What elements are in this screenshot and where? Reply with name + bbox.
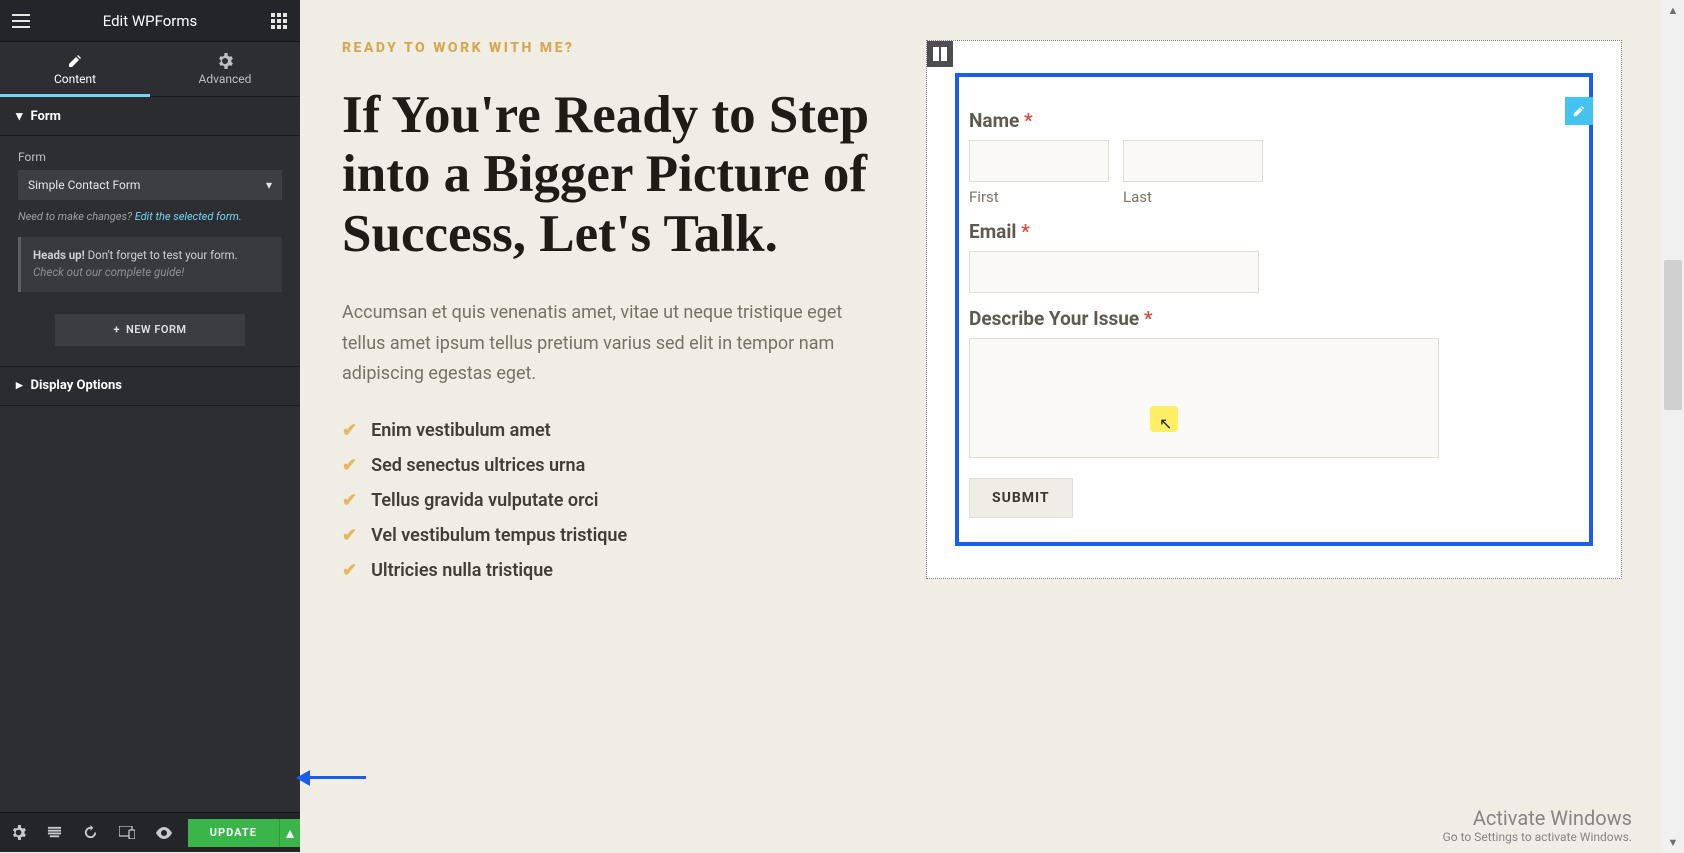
- hamburger-menu-icon[interactable]: [0, 0, 42, 42]
- list-item: ✔ Sed senectus ultrices urna: [342, 455, 882, 476]
- form-selector[interactable]: Simple Contact Form ▾: [18, 170, 282, 200]
- wpforms-widget[interactable]: Name * First Last Email *: [926, 40, 1622, 579]
- check-text: Enim vestibulum amet: [371, 420, 551, 441]
- describe-textarea[interactable]: [969, 338, 1439, 458]
- list-item: ✔ Ultricies nulla tristique: [342, 560, 882, 581]
- edit-form-link[interactable]: Edit the selected form.: [135, 210, 242, 223]
- tab-advanced[interactable]: Advanced: [150, 42, 300, 96]
- watermark-line2: Go to Settings to activate Windows.: [1443, 830, 1632, 844]
- selected-widget-outline: Name * First Last Email *: [955, 73, 1593, 546]
- edit-widget-icon[interactable]: [1565, 97, 1593, 125]
- update-label: UPDATE: [210, 826, 257, 839]
- check-icon: ✔: [342, 455, 357, 476]
- notice-bold: Heads up!: [33, 248, 85, 262]
- section-form-label: Form: [31, 109, 61, 124]
- widgets-grid-icon[interactable]: [258, 0, 300, 42]
- check-text: Ultricies nulla tristique: [371, 560, 553, 581]
- plus-icon: +: [113, 323, 120, 336]
- tabs: Content Advanced: [0, 42, 300, 96]
- section-form-body: Form Simple Contact Form ▾ Need to make …: [0, 136, 300, 366]
- elementor-sidebar: Edit WPForms Content Advanced ▾ Form For…: [0, 0, 300, 852]
- last-sublabel: Last: [1123, 188, 1263, 206]
- first-name-input[interactable]: [969, 140, 1109, 182]
- submit-button[interactable]: SUBMIT: [969, 478, 1073, 518]
- list-item: ✔ Enim vestibulum amet: [342, 420, 882, 441]
- sidebar-title: Edit WPForms: [42, 12, 258, 30]
- notice-guide-link[interactable]: Check out our complete guide!: [33, 265, 184, 279]
- tab-content[interactable]: Content: [0, 42, 150, 96]
- browser-scrollbar[interactable]: ▲ ▼: [1662, 0, 1684, 852]
- check-icon: ✔: [342, 420, 357, 441]
- update-button[interactable]: UPDATE: [188, 819, 279, 847]
- check-icon: ✔: [342, 560, 357, 581]
- scroll-thumb[interactable]: [1664, 260, 1682, 410]
- eyebrow-text: READY TO WORK WITH ME?: [342, 40, 882, 56]
- responsive-icon[interactable]: [109, 813, 145, 853]
- new-form-label: NEW FORM: [126, 323, 187, 336]
- name-label: Name *: [969, 109, 1579, 132]
- new-form-button[interactable]: + NEW FORM: [55, 314, 245, 346]
- check-text: Sed senectus ultrices urna: [371, 455, 585, 476]
- tab-content-label: Content: [54, 72, 96, 86]
- caret-down-icon: ▾: [16, 109, 23, 124]
- gear-icon: [216, 52, 234, 70]
- sidebar-footer: UPDATE ▴: [0, 812, 300, 852]
- settings-icon[interactable]: [0, 813, 36, 853]
- check-text: Vel vestibulum tempus tristique: [371, 525, 627, 546]
- section-form[interactable]: ▾ Form: [0, 96, 300, 136]
- check-icon: ✔: [342, 490, 357, 511]
- section-display-label: Display Options: [31, 378, 122, 393]
- chevron-down-icon: ▾: [266, 178, 272, 192]
- intro-paragraph: Accumsan et quis venenatis amet, vitae u…: [342, 298, 882, 390]
- helper-text: Need to make changes? Edit the selected …: [18, 210, 282, 223]
- page-headline: If You're Ready to Step into a Bigger Pi…: [342, 86, 882, 264]
- notice-rest: Don't forget to test your form.: [85, 248, 238, 262]
- page-preview: READY TO WORK WITH ME? If You're Ready t…: [300, 0, 1652, 852]
- list-item: ✔ Vel vestibulum tempus tristique: [342, 525, 882, 546]
- caret-right-icon: ▸: [16, 378, 23, 393]
- history-icon[interactable]: [73, 813, 109, 853]
- scroll-down-icon[interactable]: ▼: [1662, 832, 1684, 852]
- helper-prefix: Need to make changes?: [18, 210, 135, 223]
- watermark-line1: Activate Windows: [1443, 806, 1632, 830]
- scroll-up-icon[interactable]: ▲: [1662, 0, 1684, 20]
- heads-up-notice: Heads up! Don't forget to test your form…: [18, 237, 282, 292]
- column-handle-icon[interactable]: [927, 41, 953, 67]
- annotation-arrow-head: [296, 770, 310, 786]
- describe-label: Describe Your Issue *: [969, 307, 1579, 330]
- cursor-icon: ↖: [1159, 414, 1172, 433]
- form-selected-value: Simple Contact Form: [28, 178, 140, 192]
- tab-advanced-label: Advanced: [199, 72, 252, 86]
- check-text: Tellus gravida vulputate orci: [371, 490, 598, 511]
- section-display-options[interactable]: ▸ Display Options: [0, 366, 300, 406]
- first-sublabel: First: [969, 188, 1109, 206]
- email-label: Email *: [969, 220, 1579, 243]
- submit-label: SUBMIT: [992, 490, 1050, 506]
- check-icon: ✔: [342, 525, 357, 546]
- preview-icon[interactable]: [145, 813, 181, 853]
- windows-watermark: Activate Windows Go to Settings to activ…: [1443, 806, 1632, 844]
- sidebar-header: Edit WPForms: [0, 0, 300, 42]
- contact-form: Name * First Last Email *: [959, 77, 1589, 542]
- content-right-column: Name * First Last Email *: [902, 40, 1622, 595]
- pencil-icon: [66, 52, 84, 70]
- email-input[interactable]: [969, 251, 1259, 293]
- navigator-icon[interactable]: [36, 813, 72, 853]
- content-left-column: READY TO WORK WITH ME? If You're Ready t…: [342, 40, 902, 595]
- list-item: ✔ Tellus gravida vulputate orci: [342, 490, 882, 511]
- update-options-caret[interactable]: ▴: [279, 819, 300, 847]
- field-form-label: Form: [18, 150, 282, 164]
- last-name-input[interactable]: [1123, 140, 1263, 182]
- checklist: ✔ Enim vestibulum amet ✔ Sed senectus ultr…: [342, 420, 882, 581]
